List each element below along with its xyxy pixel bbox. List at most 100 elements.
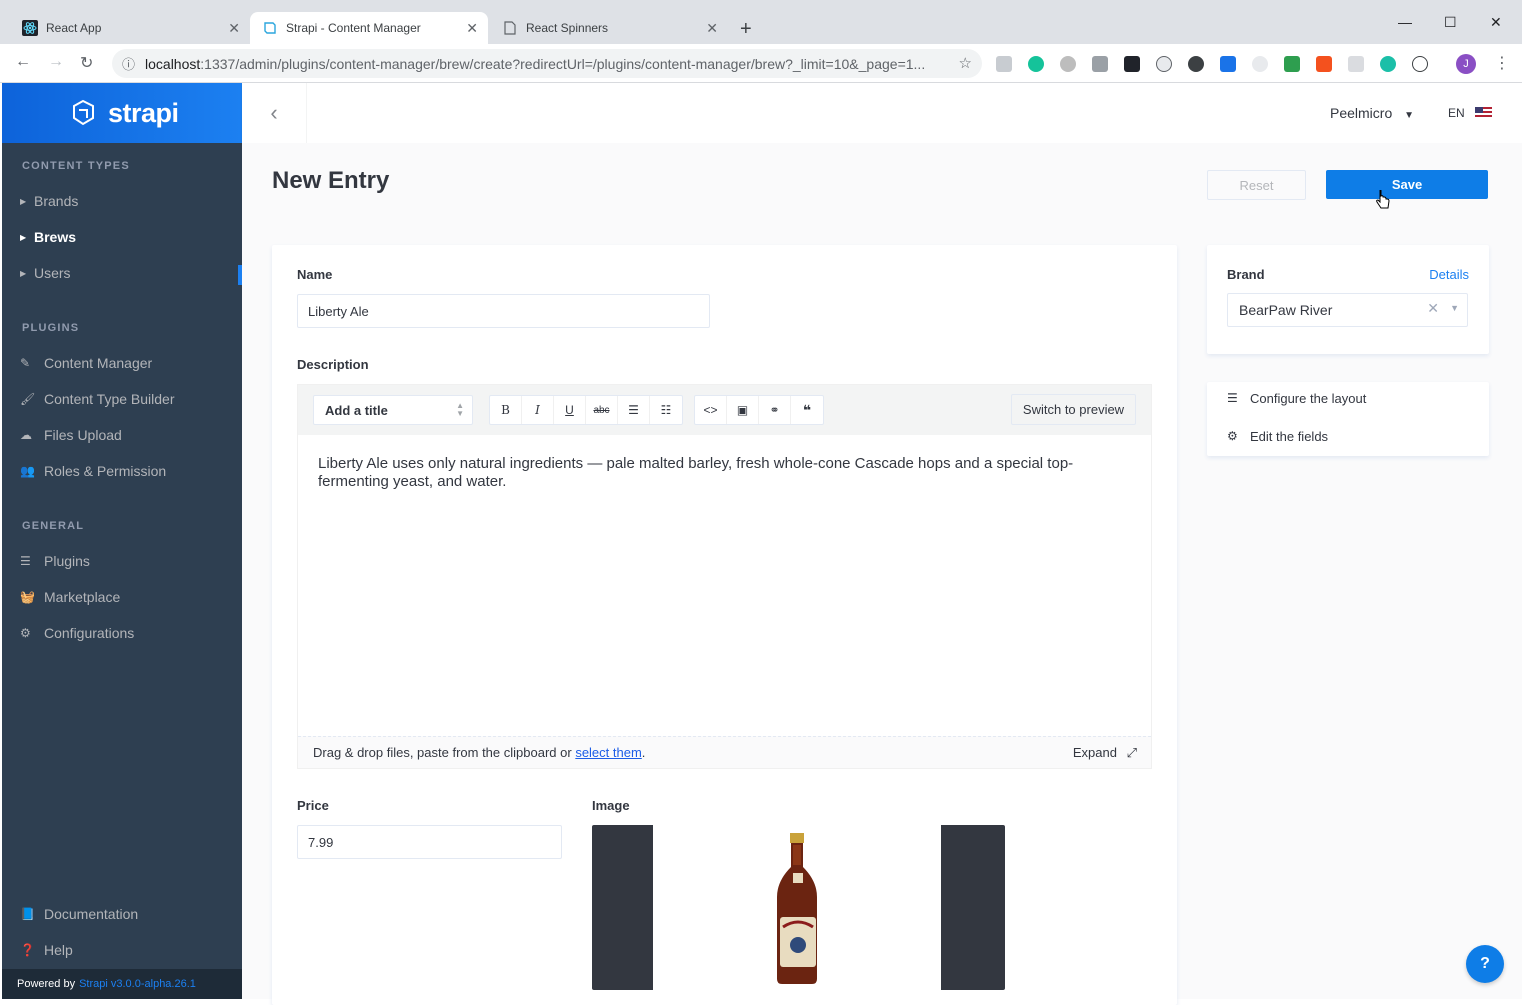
- extension-icon[interactable]: [1284, 56, 1300, 72]
- back-arrow-icon[interactable]: ←: [15, 53, 31, 71]
- edit-fields-link[interactable]: ⚙ Edit the fields: [1227, 426, 1328, 446]
- dropzone-text: Drag & drop files, paste from the clipbo…: [313, 745, 572, 760]
- browser-tab-react-spinners[interactable]: React Spinners ✕: [490, 12, 728, 44]
- heading-select[interactable]: Add a title ▲ ▼: [313, 395, 473, 425]
- expand-icon: ⤢: [1126, 745, 1137, 760]
- code-icon[interactable]: <>: [695, 396, 727, 424]
- page-title: New Entry: [272, 167, 390, 194]
- brand-select[interactable]: BearPaw River ✕ ▼: [1227, 293, 1468, 327]
- price-label: Price: [297, 798, 329, 813]
- sidebar-item-configurations[interactable]: ⚙ Configurations: [2, 615, 242, 651]
- clear-icon[interactable]: ✕: [1427, 300, 1439, 317]
- sidebar-item-label: Plugins: [44, 553, 90, 569]
- sidebar-item-plugins[interactable]: ☰ Plugins: [2, 543, 242, 579]
- extension-icon[interactable]: [1348, 56, 1364, 72]
- strapi-icon: [262, 20, 278, 36]
- configure-layout-link[interactable]: ☰ Configure the layout: [1227, 388, 1366, 408]
- extension-icon[interactable]: [1412, 56, 1428, 72]
- sidebar-item-roles-permission[interactable]: 👥 Roles & Permission: [2, 453, 242, 489]
- profile-avatar[interactable]: J: [1456, 54, 1476, 74]
- browser-tab-strapi[interactable]: Strapi - Content Manager ✕: [250, 12, 488, 44]
- brand-name: strapi: [108, 97, 179, 128]
- sidebar-item-brands[interactable]: ▶ Brands: [2, 183, 242, 219]
- browser-menu-icon[interactable]: ⋮: [1494, 53, 1510, 73]
- name-input[interactable]: Liberty Ale: [297, 294, 710, 328]
- close-tab-icon[interactable]: ✕: [466, 20, 478, 37]
- underline-icon[interactable]: U: [554, 396, 586, 424]
- layout-links-card: ☰ Configure the layout ⚙ Edit the fields: [1207, 382, 1489, 456]
- vue-devtools-icon[interactable]: [1092, 56, 1108, 72]
- sidebar-item-marketplace[interactable]: 🧺 Marketplace: [2, 579, 242, 615]
- version-link[interactable]: Strapi v3.0.0-alpha.26.1: [79, 978, 196, 990]
- browser-tab-react-app[interactable]: React App ✕: [10, 12, 250, 44]
- extension-icon[interactable]: [1380, 56, 1396, 72]
- extension-icon[interactable]: [1060, 56, 1076, 72]
- strapi-logo[interactable]: strapi: [2, 83, 242, 143]
- expand-button[interactable]: Expand ⤢: [1073, 745, 1137, 761]
- cloud-upload-icon: ☁: [20, 428, 32, 442]
- extension-icon[interactable]: [1252, 56, 1268, 72]
- back-button[interactable]: ‹: [242, 83, 307, 143]
- new-tab-icon[interactable]: +: [740, 18, 752, 41]
- sidebar-item-content-manager[interactable]: ✎ Content Manager: [2, 345, 242, 381]
- sidebar-item-brews[interactable]: ▶ Brews: [2, 219, 242, 255]
- extension-icon[interactable]: [1220, 56, 1236, 72]
- close-window-icon[interactable]: ✕: [1490, 14, 1502, 31]
- link-icon[interactable]: ⚭: [759, 396, 791, 424]
- extension-icon[interactable]: [1316, 56, 1332, 72]
- italic-icon[interactable]: I: [522, 396, 554, 424]
- tab-strip: React App ✕ Strapi - Content Manager ✕ R…: [0, 8, 1522, 44]
- strikethrough-icon[interactable]: abc: [586, 396, 618, 424]
- sidebar-item-users[interactable]: ▶ Users: [2, 255, 242, 291]
- details-link[interactable]: Details: [1429, 267, 1469, 282]
- select-files-link[interactable]: select them: [575, 745, 641, 760]
- sidebar-item-help[interactable]: ❓ Help: [2, 932, 242, 968]
- sidebar-item-label: Help: [44, 942, 73, 958]
- grammarly-icon[interactable]: [1028, 56, 1044, 72]
- minimize-icon[interactable]: —: [1398, 14, 1412, 30]
- switch-to-preview-button[interactable]: Switch to preview: [1011, 394, 1136, 425]
- forward-arrow-icon[interactable]: →: [48, 53, 64, 71]
- dark-mode-icon[interactable]: [1188, 56, 1204, 72]
- strapi-logo-icon: [68, 98, 98, 128]
- user-menu[interactable]: Peelmicro ▼: [1330, 105, 1414, 121]
- save-button[interactable]: Save: [1326, 170, 1488, 199]
- reload-icon[interactable]: ↻: [80, 53, 93, 73]
- caret-down-icon[interactable]: ▼: [1450, 303, 1459, 313]
- sidebar-item-label: Brands: [34, 193, 79, 209]
- image-thumbnail: [653, 825, 941, 990]
- language-switcher[interactable]: EN: [1448, 106, 1492, 120]
- react-icon: [22, 20, 38, 36]
- bullet-list-icon[interactable]: ☰: [618, 396, 650, 424]
- maximize-icon[interactable]: ☐: [1444, 14, 1457, 31]
- bold-icon[interactable]: B: [490, 396, 522, 424]
- configure-layout-label: Configure the layout: [1250, 390, 1367, 406]
- brush-icon: 🖌: [20, 392, 36, 406]
- react-devtools-icon[interactable]: [1124, 56, 1140, 72]
- numbered-list-icon[interactable]: ☷: [650, 396, 682, 424]
- sidebar-item-documentation[interactable]: 📘 Documentation: [2, 896, 242, 932]
- basket-icon: 🧺: [20, 590, 35, 604]
- extension-icon[interactable]: [1156, 56, 1172, 72]
- description-textarea[interactable]: Liberty Ale uses only natural ingredient…: [318, 455, 1128, 491]
- close-tab-icon[interactable]: ✕: [706, 20, 718, 37]
- heading-select-value: Add a title: [325, 402, 388, 418]
- image-upload-preview[interactable]: [592, 825, 1005, 990]
- bookmark-star-icon[interactable]: ☆: [959, 54, 972, 72]
- dropzone-period: .: [641, 745, 646, 760]
- name-label: Name: [297, 267, 333, 282]
- extension-icon[interactable]: [996, 56, 1012, 72]
- help-button[interactable]: ?: [1466, 945, 1504, 983]
- reset-button[interactable]: Reset: [1207, 170, 1306, 200]
- image-icon[interactable]: ▣: [727, 396, 759, 424]
- main-content: New Entry Reset Save Name Liberty Ale De…: [242, 143, 1522, 1005]
- paint-brush-icon: ✎: [20, 356, 31, 370]
- sidebar-item-files-upload[interactable]: ☁ Files Upload: [2, 417, 242, 453]
- quote-icon[interactable]: ❝: [791, 396, 823, 424]
- image-label: Image: [592, 798, 630, 813]
- insert-button-group: <> ▣ ⚭ ❝: [694, 395, 824, 425]
- price-input[interactable]: 7.99: [297, 825, 562, 859]
- url-input[interactable]: ⓘ localhost:1337/admin/plugins/content-m…: [112, 49, 982, 78]
- sidebar-item-content-type-builder[interactable]: 🖌 Content Type Builder: [2, 381, 242, 417]
- close-tab-icon[interactable]: ✕: [228, 20, 240, 37]
